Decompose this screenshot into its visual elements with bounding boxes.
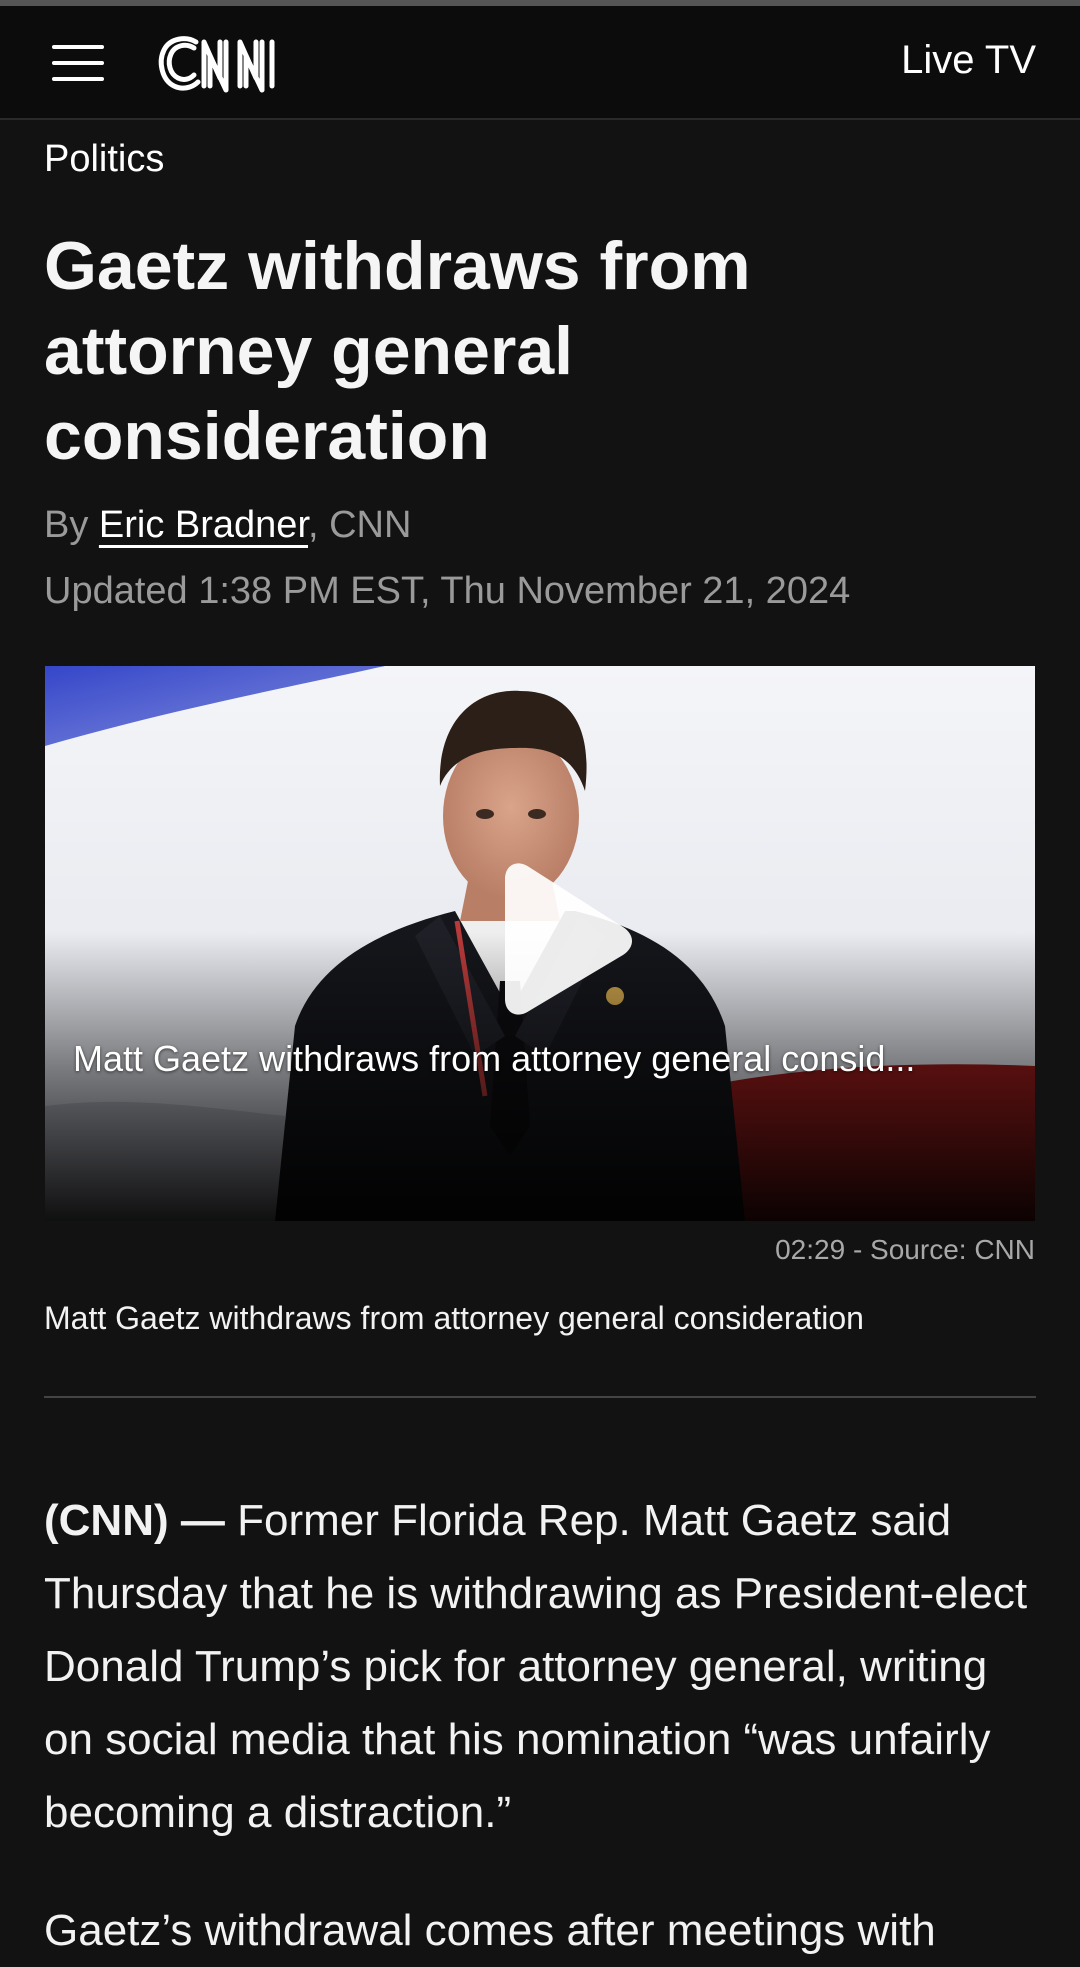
video-caption: Matt Gaetz withdraws from attorney gener… — [44, 1300, 864, 1336]
author-link[interactable]: Eric Bradner — [99, 504, 308, 546]
paragraph-text: Former Florida Rep. Matt Gaetz said Thur… — [44, 1496, 1028, 1837]
article-paragraph: (CNN) — Former Florida Rep. Matt Gaetz s… — [44, 1484, 1034, 1849]
byline: By Eric Bradner, CNN — [44, 504, 411, 547]
play-icon[interactable] — [475, 859, 655, 1019]
section-label[interactable]: Politics — [44, 138, 164, 181]
hamburger-menu-icon[interactable] — [52, 43, 104, 83]
updated-timestamp: Updated 1:38 PM EST, Thu November 21, 20… — [44, 570, 851, 612]
article-paragraph: Gaetz’s withdrawal comes after meetings … — [44, 1906, 936, 1955]
dateline: (CNN) — — [44, 1496, 238, 1545]
live-tv-link[interactable]: Live TV — [901, 38, 1036, 83]
article-headline: Gaetz withdraws from attorney general co… — [44, 228, 751, 474]
byline-source: , CNN — [308, 504, 412, 546]
cnn-logo[interactable] — [156, 30, 292, 96]
divider — [44, 1396, 1036, 1398]
byline-prefix: By — [44, 504, 99, 546]
video-overlay-title: Matt Gaetz withdraws from attorney gener… — [73, 1038, 916, 1079]
video-duration-source: 02:29 - Source: CNN — [775, 1234, 1035, 1265]
video-player[interactable]: Matt Gaetz withdraws from attorney gener… — [45, 666, 1035, 1221]
site-header: Live TV — [0, 6, 1080, 120]
